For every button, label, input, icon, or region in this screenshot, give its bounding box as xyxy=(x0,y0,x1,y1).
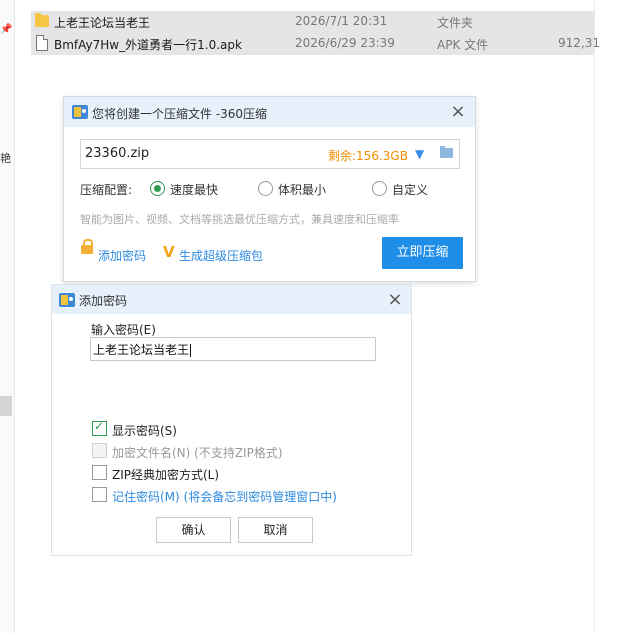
file-row-folder[interactable]: 上老王论坛当老王 2026/7/1 20:31 文件夹 xyxy=(31,11,594,33)
show-password-checkbox[interactable] xyxy=(92,419,107,436)
radio-custom[interactable] xyxy=(372,181,387,196)
nav-scroll-highlight xyxy=(0,396,12,416)
password-value[interactable]: 上老王论坛当老王 xyxy=(93,343,189,357)
compress-dialog-titlebar[interactable]: 您将创建一个压缩文件 -360压缩 × xyxy=(64,97,475,127)
compress-dialog: 您将创建一个压缩文件 -360压缩 × 23360.zip 剩余:156.3GB… xyxy=(63,96,476,282)
add-password-link[interactable]: 添加密码 xyxy=(98,247,146,264)
remember-password-label[interactable]: 记住密码(M) (将会备忘到密码管理窗口中) xyxy=(112,488,337,505)
password-dialog-titlebar[interactable]: 添加密码 × xyxy=(52,285,411,314)
app-360zip-icon xyxy=(59,293,75,307)
lock-icon xyxy=(81,239,93,254)
file-name: 上老王论坛当老王 xyxy=(54,16,151,30)
radio-custom-label[interactable]: 自定义 xyxy=(392,181,428,198)
browse-folder-icon[interactable] xyxy=(440,146,453,158)
folder-icon xyxy=(35,13,49,27)
compress-hint: 智能为图片、视频、文档等挑选最优压缩方式，兼具速度和压缩率 xyxy=(80,213,399,226)
compress-now-button[interactable]: 立即压缩 xyxy=(382,237,463,269)
show-password-label[interactable]: 显示密码(S) xyxy=(112,422,177,439)
zip-classic-encryption-label[interactable]: ZIP经典加密方式(L) xyxy=(112,466,219,483)
radio-smallest[interactable] xyxy=(258,181,273,196)
compress-config-label: 压缩配置: xyxy=(80,183,133,197)
super-compress-link[interactable]: 生成超级压缩包 xyxy=(179,247,263,264)
file-type: 文件夹 xyxy=(437,16,474,30)
close-icon[interactable]: × xyxy=(387,291,403,309)
radio-fastest[interactable] xyxy=(150,181,165,196)
radio-smallest-label[interactable]: 体积最小 xyxy=(278,181,326,198)
remaining-space: 剩余:156.3GB xyxy=(328,149,408,163)
encrypt-filename-checkbox xyxy=(92,443,107,458)
column-divider xyxy=(594,0,595,633)
file-size: 912,31 xyxy=(558,36,600,50)
zip-classic-encryption-checkbox[interactable] xyxy=(92,465,107,480)
file-name: BmfAy7Hw_外道勇者一行1.0.apk xyxy=(54,38,242,52)
pin-icon[interactable]: 📌 xyxy=(0,24,12,35)
archive-filename-value[interactable]: 23360.zip xyxy=(85,146,149,161)
password-dialog-title: 添加密码 xyxy=(79,294,128,308)
close-icon[interactable]: × xyxy=(450,103,466,121)
password-label: 输入密码(E) xyxy=(91,323,156,337)
compress-dialog-title: 您将创建一个压缩文件 -360压缩 xyxy=(92,107,268,121)
file-type: APK 文件 xyxy=(437,38,489,52)
add-password-dialog: 添加密码 × 输入密码(E) 上老王论坛当老王 显示密码(S) 加密文件名(N)… xyxy=(51,284,412,556)
app-360zip-icon xyxy=(72,105,88,119)
nav-item-label[interactable]: 艳 xyxy=(0,150,11,166)
text-caret xyxy=(190,344,192,357)
vip-v-icon: V xyxy=(163,243,175,261)
file-row-apk[interactable]: BmfAy7Hw_外道勇者一行1.0.apk 2026/6/29 23:39 A… xyxy=(31,33,600,55)
remember-password-checkbox[interactable] xyxy=(92,487,107,502)
password-input[interactable]: 上老王论坛当老王 xyxy=(90,337,376,361)
archive-filename-field[interactable]: 23360.zip 剩余:156.3GB ▼ xyxy=(80,139,460,169)
ok-button[interactable]: 确认 xyxy=(156,517,231,543)
file-icon xyxy=(36,35,48,51)
file-date: 2026/7/1 20:31 xyxy=(295,14,388,28)
explorer-navigation-pane xyxy=(0,0,15,633)
encrypt-filename-label: 加密文件名(N) (不支持ZIP格式) xyxy=(112,446,283,460)
cancel-button[interactable]: 取消 xyxy=(238,517,313,543)
file-date: 2026/6/29 23:39 xyxy=(295,36,395,50)
chevron-down-icon[interactable]: ▼ xyxy=(415,147,424,161)
radio-fastest-label[interactable]: 速度最快 xyxy=(170,181,218,198)
